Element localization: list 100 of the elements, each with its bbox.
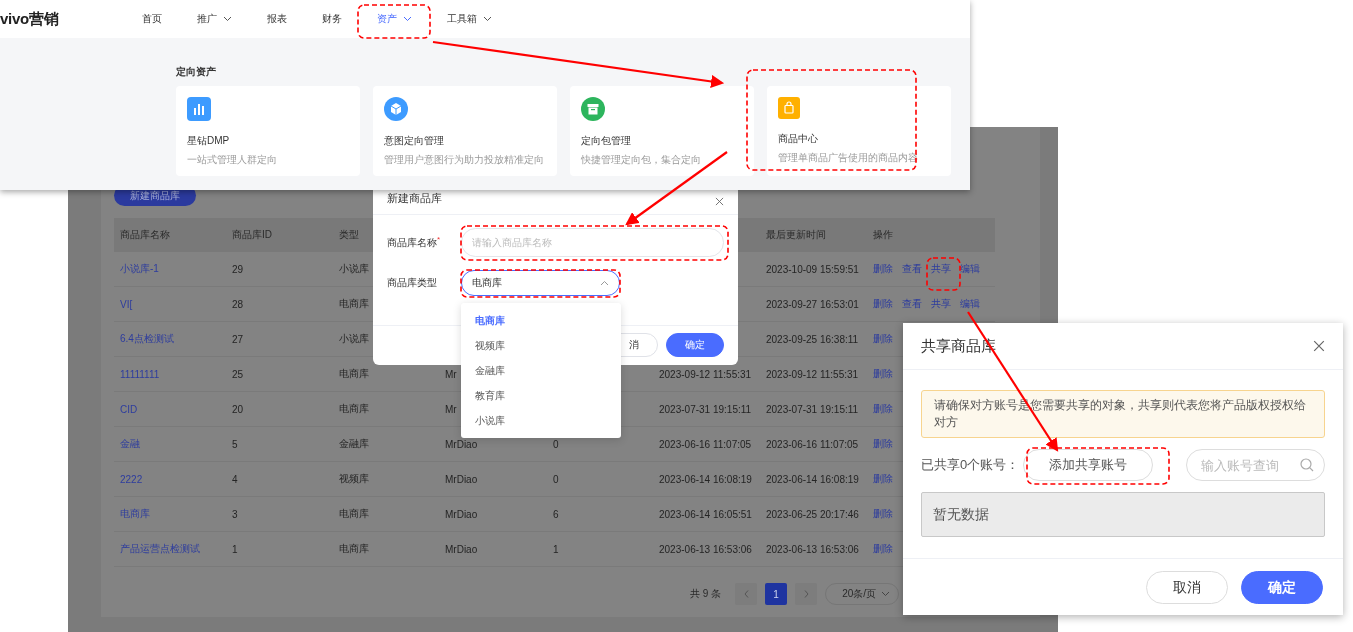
action-link[interactable]: 删除 — [873, 297, 893, 311]
library-name-link[interactable]: 小说库-1 — [120, 262, 159, 276]
card-title: 定向包管理 — [581, 134, 631, 148]
table-cell: Mr — [445, 403, 457, 415]
table-cell: 电商库 — [339, 402, 369, 416]
table-cell: 2023-09-12 11:55:31 — [766, 368, 859, 380]
table-cell: 2023-06-14 16:08:19 — [659, 473, 752, 485]
action-link[interactable]: 查看 — [902, 262, 922, 276]
column-header: 最后更新时间 — [766, 228, 826, 242]
section-title: 定向资产 — [176, 65, 217, 79]
table-cell: 2023-06-14 16:08:19 — [766, 473, 859, 485]
action-link[interactable]: 删除 — [873, 332, 893, 346]
action-link[interactable]: 编辑 — [960, 262, 980, 276]
table-cell: 28 — [232, 298, 244, 310]
table-cell: MrDiao — [445, 508, 478, 520]
table-cell: 2023-09-12 11:55:31 — [659, 368, 752, 380]
action-link[interactable]: 查看 — [902, 297, 922, 311]
table-cell: 2023-09-27 16:53:01 — [766, 298, 859, 310]
table-cell: 5 — [232, 438, 238, 450]
action-link[interactable]: 编辑 — [960, 297, 980, 311]
action-link[interactable]: 共享 — [931, 262, 951, 276]
dialog-title: 新建商品库 — [387, 191, 442, 206]
table-cell: 2023-06-16 11:07:05 — [659, 438, 752, 450]
nav-item[interactable]: 工具箱 — [447, 12, 492, 26]
table-cell: 1 — [232, 543, 238, 555]
table-cell: 视频库 — [339, 472, 369, 486]
nav-item[interactable]: 资产 — [377, 12, 412, 26]
table-cell: 2023-09-25 16:38:11 — [766, 333, 859, 345]
library-name-link[interactable]: CID — [120, 403, 138, 415]
card-description: 管理单商品广告使用的商品内容 — [778, 151, 918, 165]
action-link[interactable]: 删除 — [873, 542, 893, 556]
field-label: 商品库类型 — [387, 276, 438, 290]
table-cell: 2023-07-31 19:15:11 — [659, 403, 752, 415]
confirm-button[interactable]: 确定 — [666, 333, 724, 357]
shared-count-label: 已共享0个账号： — [921, 456, 1020, 474]
table-cell: 2023-10-09 15:59:51 — [766, 263, 859, 275]
table-cell: 电商库 — [339, 542, 369, 556]
table-cell: 2023-06-14 16:05:51 — [659, 508, 752, 520]
action-link[interactable]: 删除 — [873, 367, 893, 381]
total-count: 共 9 条 — [690, 587, 722, 601]
table-cell: 小说库 — [339, 332, 369, 346]
nav-item[interactable]: 首页 — [142, 12, 162, 26]
table-cell: 2023-06-13 16:53:06 — [659, 543, 752, 555]
cancel-button[interactable]: 取消 — [1146, 571, 1228, 604]
column-header: 类型 — [339, 228, 359, 242]
table-cell: 电商库 — [339, 367, 369, 381]
nav-item[interactable]: 推广 — [197, 12, 232, 26]
action-link[interactable]: 删除 — [873, 402, 893, 416]
library-name-link[interactable]: 金融 — [120, 437, 140, 451]
action-link[interactable]: 删除 — [873, 472, 893, 486]
dropdown-option[interactable]: 金融库 — [461, 358, 621, 383]
dropdown-option[interactable]: 小说库 — [461, 408, 621, 433]
table-cell: 电商库 — [339, 507, 369, 521]
library-name-link[interactable]: 6.4点检测试 — [120, 332, 174, 346]
table-cell: 2023-06-16 11:07:05 — [766, 438, 859, 450]
action-link[interactable]: 删除 — [873, 437, 893, 451]
action-link[interactable]: 删除 — [873, 262, 893, 276]
table-cell: 2023-07-31 19:15:11 — [766, 403, 859, 415]
table-cell: MrDiao — [445, 543, 478, 555]
library-name-link[interactable]: 产品运营点检测试 — [120, 542, 200, 556]
table-cell: 29 — [232, 263, 244, 275]
dropdown-option[interactable]: 电商库 — [461, 308, 621, 333]
nav-item[interactable]: 报表 — [267, 12, 287, 26]
table-cell: 3 — [232, 508, 238, 520]
action-link[interactable]: 共享 — [931, 297, 951, 311]
confirm-button[interactable]: 确定 — [1241, 571, 1323, 604]
table-cell: 2023-06-25 20:17:46 — [766, 508, 859, 520]
table-cell: 27 — [232, 333, 244, 345]
page-button[interactable]: 1 — [765, 583, 788, 605]
dropdown-option[interactable]: 教育库 — [461, 383, 621, 408]
table-cell: MrDiao — [445, 438, 478, 450]
table-cell: 1 — [553, 543, 559, 555]
card-description: 管理用户意图行为助力投放精准定向 — [384, 153, 544, 167]
table-cell: MrDiao — [445, 473, 478, 485]
asset-card[interactable]: 商品中心 管理单商品广告使用的商品内容 — [767, 86, 951, 176]
table-cell: 电商库 — [339, 297, 369, 311]
library-name-link[interactable]: 11111111 — [120, 368, 160, 380]
asset-card[interactable]: 定向包管理 快捷管理定向包，集合定向 — [570, 86, 754, 176]
asset-card[interactable]: 意图定向管理 管理用户意图行为助力投放精准定向 — [373, 86, 557, 176]
table-cell: 25 — [232, 368, 244, 380]
column-header: 商品库ID — [232, 228, 272, 242]
library-name-link[interactable]: 2222 — [120, 473, 143, 485]
library-name-link[interactable]: VI[ — [120, 298, 133, 310]
table-cell: 4 — [232, 473, 238, 485]
logo: vivo营销 — [0, 9, 60, 29]
card-description: 快捷管理定向包，集合定向 — [581, 153, 701, 167]
table-cell: 2023-06-13 16:53:06 — [766, 543, 859, 555]
field-label: 商品库名称$^{*}$ — [387, 234, 442, 251]
add-account-button[interactable]: 添加共享账号 — [1023, 449, 1154, 481]
card-title: 星钻DMP — [187, 134, 230, 148]
library-name-link[interactable]: 电商库 — [120, 507, 150, 521]
table-cell: 20 — [232, 403, 244, 415]
column-header: 商品库名称 — [120, 228, 170, 242]
account-search-field[interactable]: 输入账号查询 — [1186, 449, 1325, 481]
table-cell: 金融库 — [339, 437, 369, 451]
table-cell: Mr — [445, 368, 457, 380]
column-header: 操作 — [873, 228, 893, 242]
empty-message: 暂无数据 — [921, 492, 1325, 537]
action-link[interactable]: 删除 — [873, 507, 893, 521]
nav-item[interactable]: 财务 — [322, 12, 342, 26]
